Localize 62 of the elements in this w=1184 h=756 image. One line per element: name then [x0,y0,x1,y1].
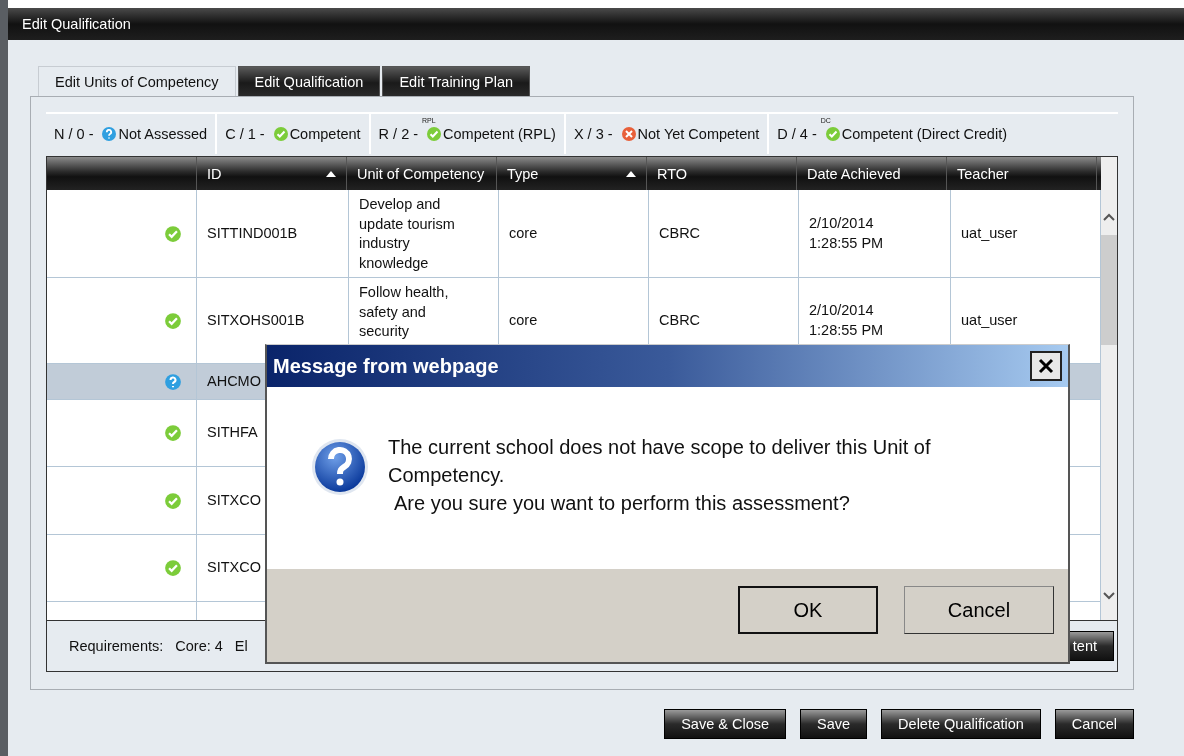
close-icon [1038,358,1054,374]
table-cell-text: CBRC [659,223,701,243]
question-icon [310,437,370,497]
dialog-button[interactable]: Cancel [904,586,1054,634]
legend-label: Competent (Direct Credit) [841,126,1007,142]
table-row[interactable]: SITTIND001B Develop and update tourism industry knowledge core CBRC 2/10/2014 1:28:55 PM uat_user [47,190,1101,278]
check-icon [426,126,443,142]
action-button[interactable]: Save & Close [664,709,787,739]
check-icon [824,126,841,142]
check-icon [164,424,182,442]
legend-code: R / 2 - [378,126,419,142]
check-icon [164,224,182,243]
cross-icon [620,126,637,142]
check-icon [164,559,182,577]
requirements-label: Requirements: [69,638,164,654]
action-button[interactable]: Delete Qualification [881,709,1041,739]
dialog-question: Are you sure you want to perform this assessment? [393,491,851,516]
check-icon [272,126,289,142]
scroll-up-icon[interactable] [1103,213,1115,221]
action-button[interactable]: Cancel [1054,709,1134,739]
table-cell-text: Develop and update tourism industry knowledge [359,195,456,273]
question-icon [164,372,182,391]
table-cell-text: AHCMO [207,371,261,391]
table-cell: SITHFA [207,423,258,443]
tab[interactable]: Edit Training Plan [382,66,531,96]
table-cell-text: SITTIND001B [207,223,298,243]
table-cell-text: 2/10/2014 1:28:55 PM [809,214,885,253]
table-cell-text: SITXCO [207,490,261,510]
tab[interactable]: Edit Units of Competency [38,66,236,96]
table-cell-text: SITXOHS001B [207,310,305,330]
close-button[interactable] [1030,351,1062,381]
legend-label: Competent (RPL) [443,126,556,142]
action-button[interactable]: Save [800,709,868,739]
dialog-button[interactable]: OK [738,586,878,634]
legend-label: Not Yet Competent [637,126,760,142]
scroll-thumb[interactable] [1101,235,1117,345]
table-cell-text: 2/10/2014 1:28:55 PM [809,301,885,340]
check-icon [164,491,182,510]
legend-code: D / 4 - [777,126,817,142]
scroll-down-icon[interactable] [1103,592,1115,600]
elective-count: El [234,638,248,654]
sort-arrow-icon [626,170,636,177]
core-count: Core: 4 [175,638,223,654]
tab[interactable]: Edit Qualification [237,66,381,96]
legend-code: C / 1 - [225,126,265,142]
table-cell: SITXCO [207,558,261,578]
window-title: Edit Qualification [8,8,1184,40]
dialog-message: The current school does not have scope to deliver this Unit of Competency. [388,435,932,488]
table-cell-text: core [509,310,538,330]
table-cell-text: CBRC [659,310,701,330]
legend-label: Not Assessed [118,126,208,142]
table-cell-text: uat_user [961,310,1018,330]
legend-code: N / 0 - [54,126,94,142]
table-cell-text: uat_user [961,223,1018,243]
question-icon [101,126,118,142]
table-cell-text: core [509,223,538,243]
legend-label: Competent [289,126,361,142]
scrollbar[interactable] [1101,157,1117,620]
check-icon [164,311,182,330]
legend-code: X / 3 - [573,126,613,142]
sort-arrow-icon [326,170,336,177]
table-cell-text: Follow health, safety and security [359,283,450,341]
